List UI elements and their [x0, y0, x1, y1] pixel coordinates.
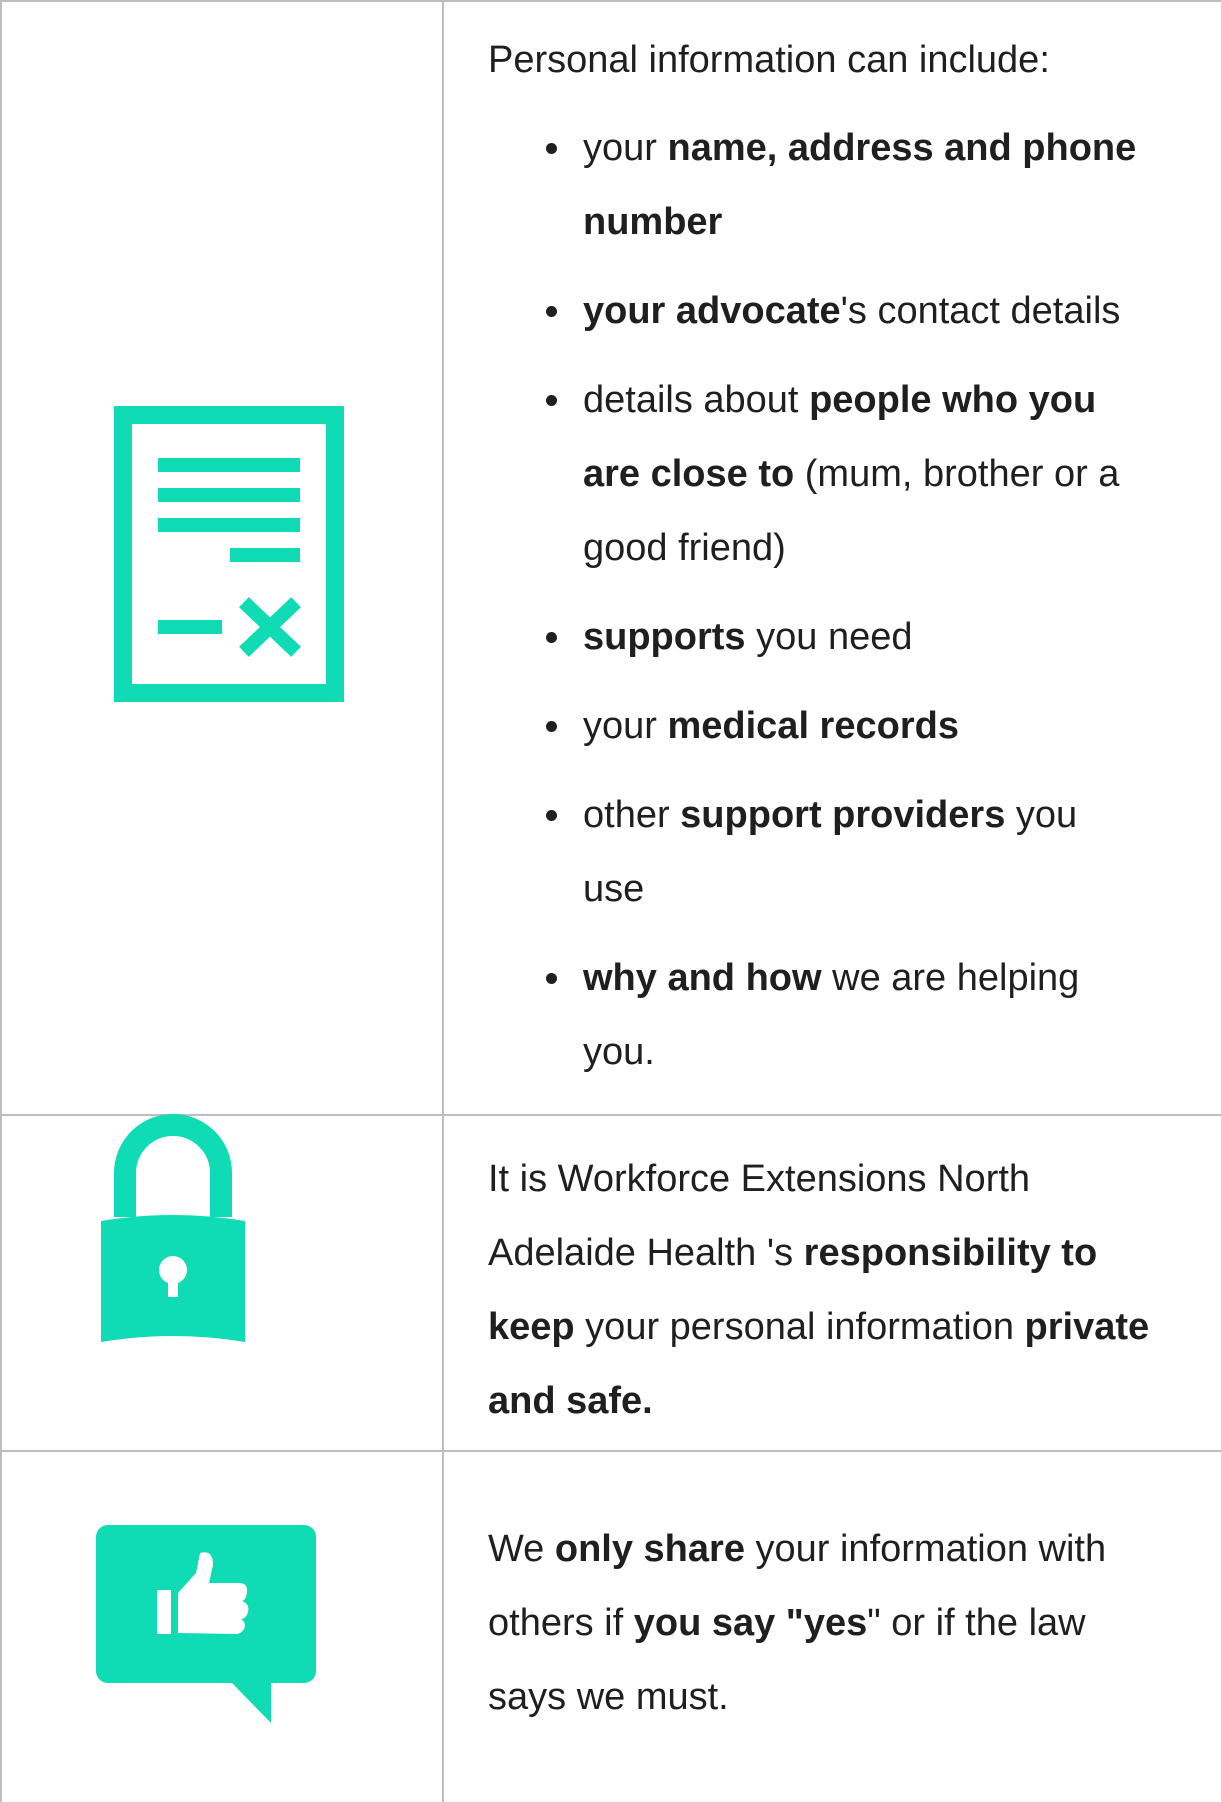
info-table: Personal information can include: your n… — [0, 0, 1221, 1802]
list-item: why and how we are helping you. — [545, 941, 1136, 1089]
list-item: other support providers you use — [545, 778, 1136, 926]
list-item: details about people who you are close t… — [545, 363, 1136, 585]
table-border-left — [0, 0, 2, 1802]
list-item: your advocate's contact details — [545, 274, 1136, 348]
list-item: your name, address and phone number — [545, 111, 1136, 259]
sharing-text: We only share your information with othe… — [488, 1528, 1107, 1718]
responsibility-text: It is Workforce Extensions North Adelaid… — [488, 1158, 1150, 1422]
thumbs-up-speech-icon — [96, 1525, 316, 1723]
column-divider — [442, 0, 444, 1802]
list-item: supports you need — [545, 600, 1136, 674]
personal-info-list: your name, address and phone number your… — [545, 111, 1136, 1104]
list-item: your medical records — [545, 689, 1136, 763]
intro-text: Personal information can include: — [488, 39, 1050, 81]
row-divider-2 — [0, 1450, 1221, 1452]
document-icon — [114, 406, 344, 702]
table-border-top — [0, 0, 1221, 2]
padlock-icon — [101, 1114, 245, 1342]
